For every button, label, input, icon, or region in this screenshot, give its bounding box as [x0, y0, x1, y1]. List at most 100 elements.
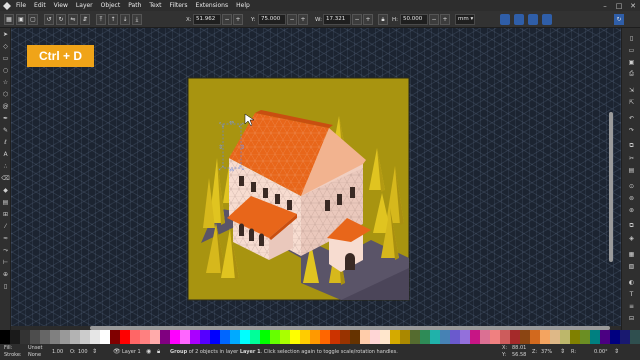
eraser-tool-icon[interactable]: ⌫ — [1, 174, 10, 183]
palette-swatch[interactable] — [290, 330, 300, 344]
stroke-width[interactable]: 1.00 — [52, 349, 63, 355]
palette-swatch[interactable] — [470, 330, 480, 344]
palette-swatch[interactable] — [0, 330, 10, 344]
new-document-icon[interactable]: ▯ — [627, 34, 636, 42]
palette-swatch[interactable] — [230, 330, 240, 344]
clone-icon[interactable]: ◈ — [627, 234, 636, 242]
palette-swatch[interactable] — [10, 330, 20, 344]
save-icon[interactable]: ▣ — [627, 58, 636, 66]
palette-swatch[interactable] — [120, 330, 130, 344]
palette-swatch[interactable] — [70, 330, 80, 344]
minimize-icon[interactable]: – — [598, 0, 612, 11]
y-field[interactable]: 75.000 — [258, 14, 286, 25]
redo-icon[interactable]: ↷ — [627, 126, 636, 134]
ellipse-tool-icon[interactable]: ○ — [1, 66, 10, 75]
pencil-tool-icon[interactable]: ✎ — [1, 126, 10, 135]
duplicate-icon[interactable]: ⧉ — [627, 222, 636, 230]
pen-tool-icon[interactable]: ✒ — [1, 114, 10, 123]
opacity-spin-icon[interactable]: ⇕ — [92, 348, 97, 355]
palette-swatch[interactable] — [160, 330, 170, 344]
text-tool-icon[interactable]: A — [1, 150, 10, 159]
zoom-value[interactable]: 37% — [541, 349, 552, 355]
select-all-icon[interactable]: ▦ — [4, 14, 14, 25]
palette-swatch[interactable] — [550, 330, 560, 344]
connector-tool-icon[interactable]: ⤳ — [1, 246, 10, 255]
3d-box-tool-icon[interactable]: ⬡ — [1, 90, 10, 99]
h-minus-button[interactable]: − — [429, 14, 439, 25]
palette-swatch[interactable] — [300, 330, 310, 344]
palette-swatch[interactable] — [50, 330, 60, 344]
palette-swatch[interactable] — [220, 330, 230, 344]
fill-stroke-icon[interactable]: ◐ — [627, 278, 636, 286]
open-icon[interactable]: ▭ — [627, 46, 636, 54]
rotate-cw-icon[interactable]: ↻ — [56, 14, 66, 25]
palette-swatch[interactable] — [540, 330, 550, 344]
vertical-scrollbar[interactable] — [609, 112, 613, 262]
w-field[interactable]: 17.321 — [323, 14, 351, 25]
y-minus-button[interactable]: − — [287, 14, 297, 25]
palette-swatch[interactable] — [510, 330, 520, 344]
menu-filters[interactable]: Filters — [170, 2, 188, 9]
lower-icon[interactable]: ↓ — [120, 14, 130, 25]
print-icon[interactable]: ⎙ — [627, 70, 636, 78]
selector-tool-icon[interactable]: ➤ — [1, 30, 10, 39]
undo-icon[interactable]: ↶ — [627, 114, 636, 122]
palette-swatch[interactable] — [190, 330, 200, 344]
palette-swatch[interactable] — [360, 330, 370, 344]
mesh-tool-icon[interactable]: ⊞ — [1, 210, 10, 219]
palette-swatch[interactable] — [340, 330, 350, 344]
ungroup-icon[interactable]: ▧ — [627, 262, 636, 270]
palette-swatch[interactable] — [40, 330, 50, 344]
menu-text[interactable]: Text — [149, 2, 161, 9]
palette-swatch[interactable] — [460, 330, 470, 344]
palette-swatch[interactable] — [260, 330, 270, 344]
x-minus-button[interactable]: − — [222, 14, 232, 25]
palette-swatch[interactable] — [170, 330, 180, 344]
menu-path[interactable]: Path — [128, 2, 141, 9]
palette-swatch[interactable] — [90, 330, 100, 344]
raise-icon[interactable]: ↑ — [108, 14, 118, 25]
zoom-page-icon[interactable]: ⊛ — [627, 206, 636, 214]
menu-extensions[interactable]: Extensions — [196, 2, 229, 9]
stroke-value[interactable]: None — [28, 352, 41, 358]
palette-swatch[interactable] — [430, 330, 440, 344]
pages-tool-icon[interactable]: ▯ — [1, 282, 10, 291]
layers-icon[interactable]: ≡ — [627, 302, 636, 310]
lower-to-bottom-icon[interactable]: ⤓ — [132, 14, 142, 25]
gradient-tool-icon[interactable]: ▤ — [1, 198, 10, 207]
menu-help[interactable]: Help — [236, 2, 250, 9]
scale-stroke-toggle[interactable] — [500, 14, 510, 25]
palette-swatch[interactable] — [110, 330, 120, 344]
deselect-icon[interactable]: ▢ — [28, 14, 38, 25]
palette-swatch[interactable] — [570, 330, 580, 344]
lock-proportions-icon[interactable]: 🔒︎ — [378, 14, 388, 25]
menu-object[interactable]: Object — [101, 2, 121, 9]
palette-swatch[interactable] — [420, 330, 430, 344]
palette-swatch[interactable] — [320, 330, 330, 344]
spray-tool-icon[interactable]: ∴ — [1, 162, 10, 171]
palette-swatch[interactable] — [60, 330, 70, 344]
palette-swatch[interactable] — [250, 330, 260, 344]
layer-selector[interactable]: Layer 1 — [122, 349, 141, 355]
zoom-selection-icon[interactable]: ⊙ — [627, 182, 636, 190]
bucket-tool-icon[interactable]: ◆ — [1, 186, 10, 195]
palette-swatch[interactable] — [490, 330, 500, 344]
export-icon[interactable]: ⇱ — [627, 98, 636, 106]
paste-icon[interactable]: ▤ — [627, 166, 636, 174]
spiral-tool-icon[interactable]: @ — [1, 102, 10, 111]
rotation-value[interactable]: 0.00° — [594, 349, 608, 355]
dropper-tool-icon[interactable]: ⁄ — [1, 222, 10, 231]
zoom-spin-icon[interactable]: ⇕ — [560, 348, 565, 355]
y-plus-button[interactable]: + — [298, 14, 308, 25]
tweak-tool-icon[interactable]: ≈ — [1, 234, 10, 243]
palette-swatch[interactable] — [20, 330, 30, 344]
palette-swatch[interactable] — [630, 330, 640, 344]
palette-swatch[interactable] — [450, 330, 460, 344]
maximize-icon[interactable]: □ — [612, 0, 626, 11]
flip-horizontal-icon[interactable]: ⇋ — [68, 14, 78, 25]
raise-to-top-icon[interactable]: ⤒ — [96, 14, 106, 25]
x-plus-button[interactable]: + — [233, 14, 243, 25]
unit-select[interactable]: mm ▾ — [455, 14, 475, 25]
zoom-drawing-icon[interactable]: ⊚ — [627, 194, 636, 202]
menu-layer[interactable]: Layer — [76, 2, 93, 9]
